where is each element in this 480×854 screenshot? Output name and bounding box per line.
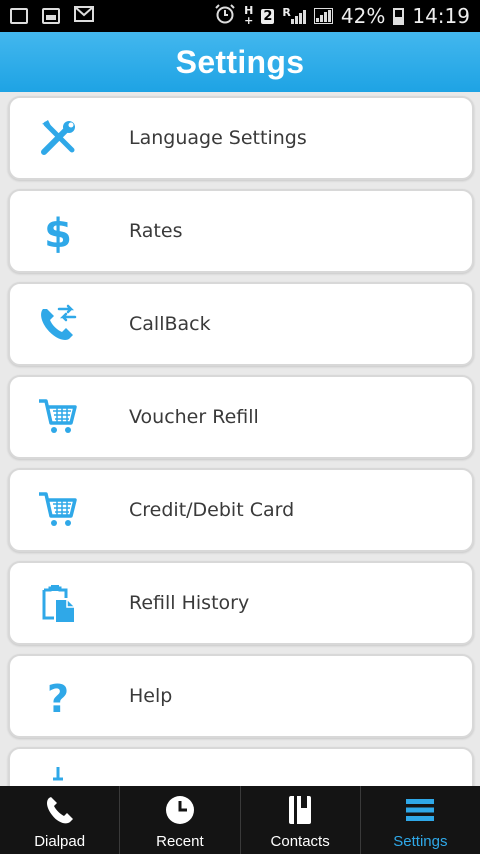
settings-item-label: CallBack (129, 313, 211, 335)
settings-item-help[interactable]: ? Help (8, 654, 474, 738)
mail-notification-icon (74, 6, 94, 26)
tab-recent[interactable]: Recent (120, 786, 241, 854)
bottom-nav: Dialpad Recent Contacts Settings (0, 786, 480, 854)
contacts-book-icon (286, 794, 314, 830)
settings-item-label: Credit/Debit Card (129, 499, 295, 521)
settings-item-label: Refill History (129, 592, 250, 614)
tab-contacts[interactable]: Contacts (241, 786, 361, 854)
settings-item-credit-debit-card[interactable]: Credit/Debit Card (8, 468, 474, 552)
settings-item-voucher-refill[interactable]: Voucher Refill (8, 375, 474, 459)
signal-strength-2-icon (313, 8, 333, 24)
phone-icon (44, 794, 76, 830)
settings-item-callback[interactable]: CallBack (8, 282, 474, 366)
page-title: Settings (175, 43, 305, 80)
battery-icon (393, 7, 405, 25)
settings-item-label: Voucher Refill (129, 406, 259, 428)
screenshot-notification-icon (10, 8, 28, 24)
dollar-icon: $ (36, 209, 80, 253)
cart-icon (36, 488, 80, 532)
battery-percent: 42% (340, 4, 386, 28)
callback-phone-icon (36, 302, 80, 346)
roaming-indicator: R (282, 6, 291, 19)
svg-text:?: ? (47, 677, 69, 718)
settings-item-partial[interactable] (8, 747, 474, 786)
settings-item-label: Language Settings (129, 127, 307, 149)
question-icon: ? (36, 674, 80, 718)
menu-icon (404, 794, 436, 830)
settings-item-rates[interactable]: $ Rates (8, 189, 474, 273)
settings-item-refill-history[interactable]: Refill History (8, 561, 474, 645)
app-header: Settings (0, 32, 480, 92)
tab-label: Dialpad (34, 833, 86, 850)
svg-text:$: $ (44, 211, 72, 253)
network-type-indicator: H + (244, 5, 254, 27)
tab-label: Contacts (270, 833, 330, 850)
clipboard-icon (36, 581, 80, 625)
tab-label: Settings (393, 833, 448, 850)
status-bar: H + 2 R 42% 14:19 (0, 0, 480, 32)
tab-dialpad[interactable]: Dialpad (0, 786, 121, 854)
network-data-label: + (244, 14, 254, 27)
tab-label: Recent (156, 833, 204, 850)
settings-item-label: Rates (129, 220, 183, 242)
sim-slot-badge: 2 (261, 8, 275, 24)
alarm-icon (214, 3, 236, 29)
clock-time: 14:19 (412, 4, 470, 28)
signal-strength-icon (290, 8, 306, 24)
partial-icon (36, 753, 80, 786)
tools-icon (36, 116, 80, 160)
settings-list[interactable]: Language Settings $ Rates CallBack Vouch… (0, 92, 480, 786)
settings-item-label: Help (129, 685, 173, 707)
cart-icon (36, 395, 80, 439)
tab-settings[interactable]: Settings (361, 786, 480, 854)
image-notification-icon (42, 8, 60, 24)
clock-icon (164, 794, 196, 830)
settings-item-language[interactable]: Language Settings (8, 96, 474, 180)
